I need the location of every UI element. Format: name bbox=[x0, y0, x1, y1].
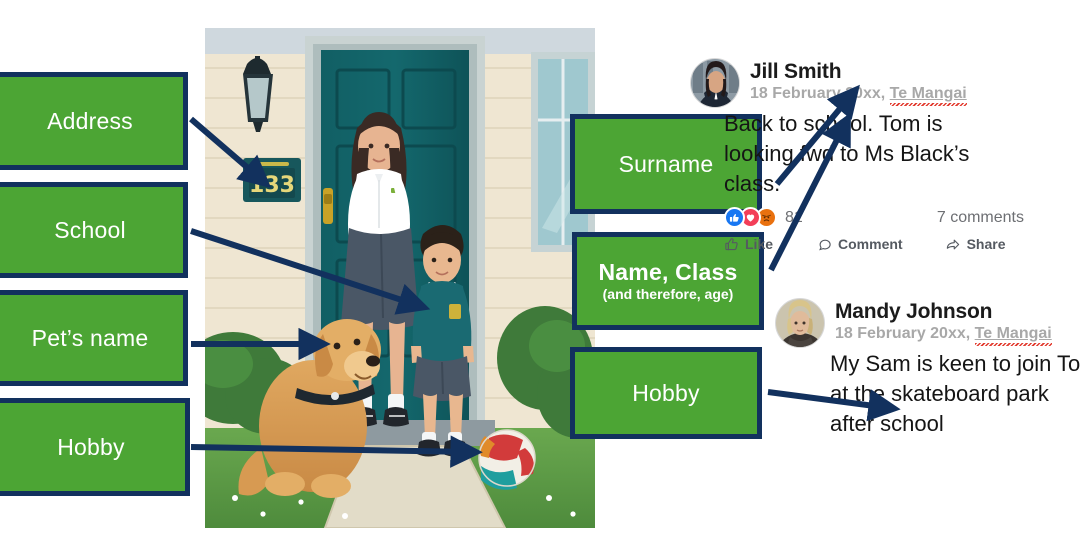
post-location: Te Mangai bbox=[889, 85, 967, 106]
callout-hobby-left[interactable]: Hobby bbox=[0, 398, 190, 496]
thumbs-up-icon bbox=[724, 237, 739, 252]
callout-school[interactable]: School bbox=[0, 182, 188, 278]
family-illustration: 133 bbox=[205, 28, 595, 528]
post-meta: 18 February 20xx, Te Mangai bbox=[835, 325, 1052, 346]
svg-text:133: 133 bbox=[249, 173, 295, 198]
like-button-label: Like bbox=[745, 236, 774, 253]
callout-hobby-left-label: Hobby bbox=[57, 433, 125, 460]
share-button[interactable]: Share bbox=[945, 236, 1006, 252]
post-date: 18 February 20xx, bbox=[835, 325, 971, 342]
slide-canvas: 133 Address School Pet’s name Hobby Surn… bbox=[0, 0, 1080, 551]
post-body-line-1: My Sam is keen to join Tom bbox=[830, 351, 1080, 376]
like-button[interactable]: Like bbox=[724, 236, 773, 252]
reaction-count: 81 bbox=[785, 208, 803, 226]
post-body-line-3: after school bbox=[830, 411, 944, 437]
post-author-name: Mandy Johnson bbox=[835, 300, 993, 323]
share-button-label: Share bbox=[966, 236, 1006, 253]
post-author-block: Jill Smith 18 February 20xx, Te Mangai bbox=[750, 58, 967, 106]
callout-pets-name[interactable]: Pet’s name bbox=[0, 290, 188, 386]
post-actions: Like Comment Share bbox=[724, 236, 1024, 252]
comment-button-label: Comment bbox=[838, 236, 903, 253]
post-stats: 81 7 comments bbox=[724, 207, 1024, 229]
avatar-mandy-johnson[interactable] bbox=[775, 298, 825, 348]
post-body-line-2: looking fwd to Ms Black’s bbox=[724, 141, 970, 167]
comment-bubble-icon bbox=[817, 237, 832, 252]
post-body-line-1: Back to school. Tom is bbox=[724, 111, 943, 136]
post-location: Te Mangai bbox=[974, 325, 1052, 346]
comment-count[interactable]: 7 comments bbox=[937, 209, 1024, 227]
post-body-line-3: class. bbox=[724, 171, 781, 197]
callout-address-label: Address bbox=[47, 107, 133, 134]
callout-school-label: School bbox=[54, 216, 126, 243]
avatar-jill-smith[interactable] bbox=[690, 58, 740, 108]
post-author-name: Jill Smith bbox=[750, 60, 842, 83]
share-arrow-icon bbox=[945, 237, 961, 252]
reaction-icons[interactable] bbox=[724, 207, 777, 229]
comment-button[interactable]: Comment bbox=[817, 236, 903, 252]
reaction-like-icon bbox=[724, 207, 745, 229]
social-feed: Jill Smith 18 February 20xx, Te Mangai B… bbox=[690, 58, 1080, 478]
callout-pets-name-label: Pet’s name bbox=[31, 324, 149, 351]
post-header: Mandy Johnson 18 February 20xx, Te Manga… bbox=[775, 298, 1080, 348]
post-header: Jill Smith 18 February 20xx, Te Mangai bbox=[690, 58, 1080, 108]
post-date: 18 February 20xx, bbox=[750, 85, 886, 102]
post-jill-smith: Jill Smith 18 February 20xx, Te Mangai B… bbox=[690, 58, 1080, 252]
post-meta: 18 February 20xx, Te Mangai bbox=[750, 85, 967, 106]
post-body-line-2: at the skateboard park bbox=[830, 381, 1049, 407]
post-mandy-johnson: Mandy Johnson 18 February 20xx, Te Manga… bbox=[775, 298, 1080, 438]
callout-address[interactable]: Address bbox=[0, 72, 188, 170]
post-author-block: Mandy Johnson 18 February 20xx, Te Manga… bbox=[835, 298, 1052, 346]
